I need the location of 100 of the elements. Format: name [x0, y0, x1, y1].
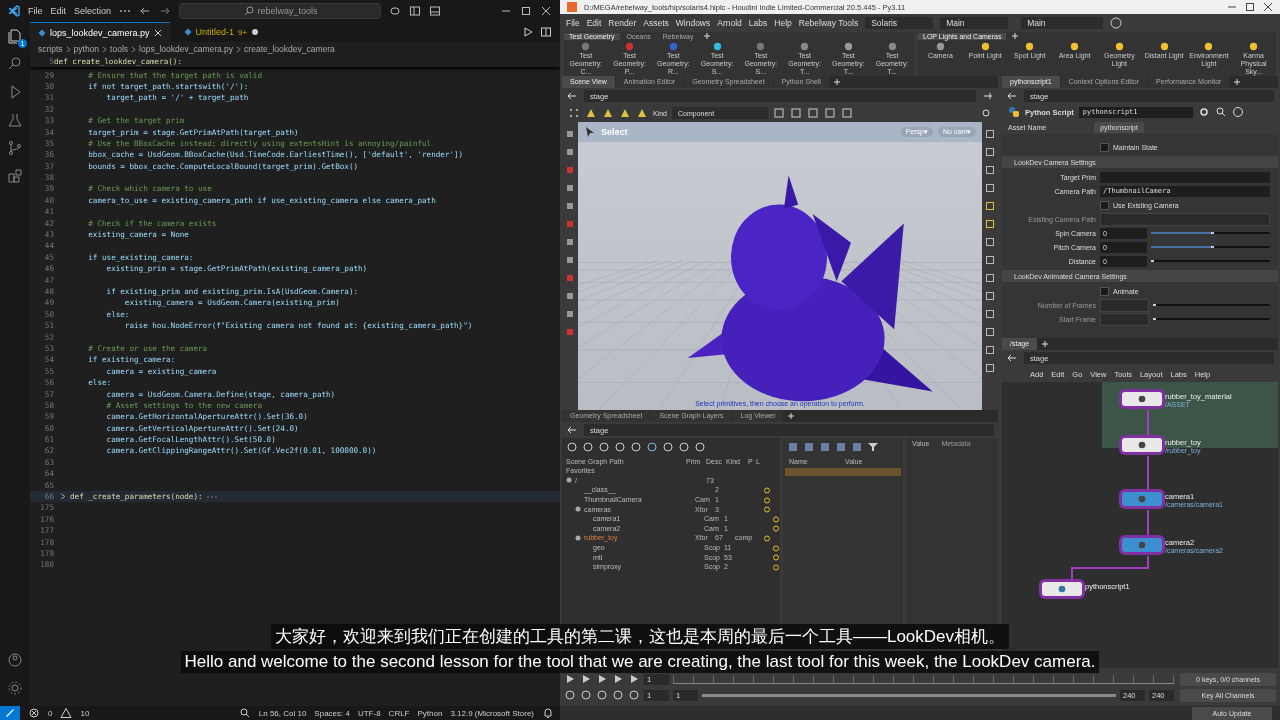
menu-item[interactable]: Selection — [74, 6, 112, 16]
viewer-tool-icon[interactable] — [564, 308, 576, 320]
extensions-icon[interactable] — [7, 168, 23, 184]
forward-icon[interactable] — [159, 5, 172, 17]
breadcrumb-item[interactable]: lops_lookdev_camera.py — [139, 44, 234, 54]
close-icon[interactable] — [1262, 1, 1274, 13]
viewer-tool-icon[interactable] — [564, 128, 576, 140]
bell-icon[interactable] — [542, 707, 554, 719]
error-icon[interactable] — [28, 707, 40, 719]
node[interactable] — [1042, 582, 1082, 596]
breadcrumb-item[interactable]: python — [73, 44, 100, 54]
timeline-option-icon[interactable] — [612, 689, 624, 701]
status-item[interactable]: CRLF — [388, 708, 410, 718]
status-item[interactable]: Python — [417, 708, 443, 718]
display-option-icon[interactable] — [984, 218, 996, 230]
selection-mode-icon[interactable] — [807, 107, 819, 119]
warning-icon[interactable] — [60, 707, 73, 719]
menu-item[interactable]: Rebelway Tools — [798, 18, 859, 28]
selection-mode-icon[interactable] — [790, 107, 802, 119]
split-editor-icon[interactable] — [540, 26, 552, 38]
context-menu[interactable]: Main — [1021, 17, 1104, 29]
settings-icon[interactable] — [7, 680, 23, 696]
close-icon[interactable] — [540, 5, 552, 17]
breadcrumb-item[interactable]: scripts — [38, 44, 63, 54]
checkbox[interactable] — [1100, 286, 1109, 296]
help-icon[interactable] — [1110, 17, 1123, 29]
select-tool-icon[interactable] — [585, 107, 597, 119]
account-icon[interactable] — [7, 652, 23, 668]
menu-item[interactable]: Edit — [586, 18, 602, 28]
shape-icon[interactable] — [624, 41, 636, 52]
source-control-icon[interactable] — [7, 140, 23, 156]
display-option-icon[interactable] — [984, 182, 996, 194]
expand-toggle-icon[interactable] — [575, 506, 581, 513]
viewer-tool-icon[interactable] — [564, 236, 576, 248]
menu-item[interactable]: Windows — [675, 18, 711, 28]
zoom-icon[interactable] — [238, 707, 251, 719]
menu-item[interactable]: Edit — [50, 6, 67, 16]
select-tool-icon[interactable] — [619, 107, 631, 119]
maximize-icon[interactable] — [1244, 1, 1256, 13]
error-count[interactable]: 0 — [48, 708, 53, 718]
menu-item[interactable]: Assets — [643, 18, 669, 28]
layout-option-icon[interactable] — [803, 441, 815, 453]
status-item[interactable]: 3.12.9 (Microsoft Store) — [450, 708, 534, 718]
viewer-tool-icon[interactable] — [564, 146, 576, 158]
pin-icon[interactable] — [982, 90, 994, 102]
desktop-menu[interactable]: Solaris — [865, 17, 934, 29]
menu-item[interactable]: Help — [774, 18, 792, 28]
scene-graph-tool-icon[interactable] — [630, 441, 642, 453]
breadcrumb-item[interactable]: create_lookdev_camera — [244, 44, 335, 54]
expand-toggle-icon[interactable] — [566, 477, 572, 484]
display-option-icon[interactable] — [984, 290, 996, 302]
menu-item[interactable]: File — [566, 18, 580, 28]
status-item[interactable]: Ln 56, Col 10 — [258, 708, 307, 718]
shape-icon[interactable] — [755, 41, 767, 52]
layout-option-icon[interactable] — [851, 441, 863, 453]
display-option-icon[interactable] — [984, 236, 996, 248]
checkbox[interactable] — [1100, 200, 1109, 210]
plus-icon[interactable] — [832, 78, 841, 86]
timeline-option-icon[interactable] — [628, 689, 640, 701]
viewer-tool-icon[interactable] — [564, 200, 576, 212]
remote-icon[interactable] — [0, 706, 20, 720]
scene-graph-tool-icon[interactable] — [662, 441, 674, 453]
node[interactable] — [1122, 438, 1162, 452]
editor-tab[interactable]: lops_lookdev_camera.py — [30, 21, 170, 43]
selection-mode-icon[interactable] — [773, 107, 785, 119]
shape-icon[interactable] — [711, 41, 723, 52]
menu-item[interactable]: Render — [608, 18, 637, 28]
shape-icon[interactable] — [799, 41, 811, 52]
number-field[interactable] — [1100, 312, 1149, 326]
display-option-icon[interactable] — [984, 146, 996, 158]
layout-option-icon[interactable] — [835, 441, 847, 453]
scene-graph-tool-icon[interactable] — [646, 441, 658, 453]
fold-chevron-icon[interactable] — [60, 493, 66, 501]
display-option-icon[interactable] — [984, 254, 996, 266]
shape-icon[interactable] — [580, 41, 592, 52]
search-icon[interactable] — [1214, 106, 1227, 118]
number-field[interactable] — [1100, 298, 1149, 312]
checkbox[interactable] — [1100, 142, 1109, 152]
scene-graph-tool-icon[interactable] — [614, 441, 626, 453]
menu-item[interactable]: File — [28, 6, 43, 16]
plus-icon[interactable] — [1233, 78, 1242, 86]
back-icon[interactable] — [566, 90, 578, 102]
warning-count[interactable]: 10 — [80, 708, 90, 718]
viewer-tool-icon[interactable] — [564, 182, 576, 194]
settings-icon[interactable] — [980, 107, 992, 119]
node[interactable] — [1122, 538, 1162, 552]
display-option-icon[interactable] — [984, 164, 996, 176]
shape-icon[interactable] — [886, 41, 898, 52]
frame-range-slider[interactable] — [702, 693, 1116, 697]
select-tool-icon[interactable] — [636, 107, 648, 119]
status-item[interactable]: UTF-8 — [357, 708, 381, 718]
panel-icon[interactable] — [429, 5, 442, 17]
plus-icon[interactable] — [1041, 340, 1050, 348]
breadcrumb-item[interactable]: tools — [110, 44, 129, 54]
display-option-icon[interactable] — [984, 128, 996, 140]
back-icon[interactable] — [1006, 352, 1018, 364]
editor-tab[interactable]: Untitled-1 9+ — [175, 22, 268, 42]
node[interactable] — [1122, 492, 1162, 506]
node[interactable] — [1122, 392, 1162, 406]
expand-toggle-icon[interactable] — [575, 534, 581, 541]
